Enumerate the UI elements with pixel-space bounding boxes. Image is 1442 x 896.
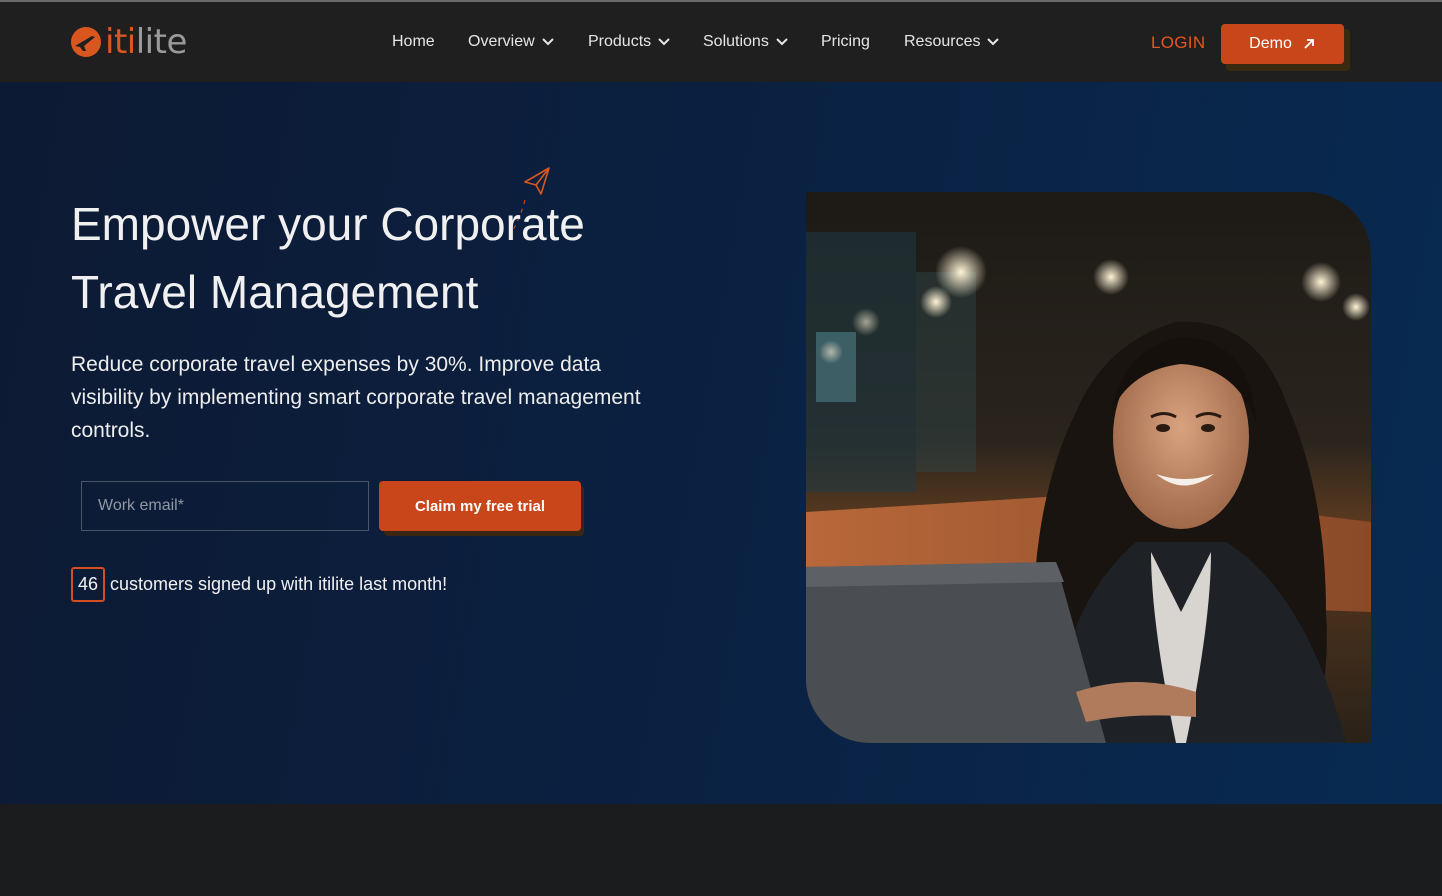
demo-button[interactable]: Demo	[1221, 24, 1344, 64]
chevron-down-icon	[776, 38, 788, 46]
nav-item-products[interactable]: Products	[588, 30, 671, 54]
nav-label: Solutions	[703, 33, 769, 50]
nav-label: Resources	[904, 33, 981, 50]
demo-button-label: Demo	[1249, 35, 1292, 52]
brand-wordmark: itilite	[105, 22, 187, 62]
work-email-input[interactable]	[81, 481, 369, 531]
login-link[interactable]: LOGIN	[1151, 33, 1205, 53]
signup-counter: 46 customers signed up with itilite last…	[71, 567, 447, 602]
claim-free-trial-button[interactable]: Claim my free trial	[379, 481, 581, 531]
nav-label: Products	[588, 33, 652, 50]
top-navbar: itilite Home Overview Products Solutions…	[0, 2, 1442, 82]
headline-line-2: Travel Management	[71, 266, 479, 318]
brand-logo[interactable]: itilite	[70, 22, 187, 62]
arrow-up-right-icon	[1304, 39, 1314, 49]
nav-item-home[interactable]: Home	[392, 30, 435, 54]
chevron-down-icon	[541, 38, 554, 46]
headline-line-1: Empower your Corporate	[71, 198, 585, 250]
customer-count-text: customers signed up with itilite last mo…	[110, 574, 448, 594]
nav-item-pricing[interactable]: Pricing	[821, 30, 870, 54]
itilite-logo-icon	[71, 27, 101, 57]
chevron-down-icon	[658, 38, 670, 46]
brand-name-part1: iti	[105, 22, 136, 62]
nav-label: Home	[392, 33, 435, 50]
chevron-down-icon	[987, 38, 1000, 46]
hero-headline: Empower your Corporate Travel Management	[71, 190, 691, 326]
nav-label: Pricing	[821, 33, 870, 50]
nav-item-overview[interactable]: Overview	[468, 30, 555, 54]
hero-subtext: Reduce corporate travel expenses by 30%.…	[71, 353, 641, 442]
hero-photo	[806, 192, 1371, 743]
nav-item-solutions[interactable]: Solutions	[703, 30, 789, 54]
nav-label: Overview	[468, 33, 535, 50]
customer-count-badge: 46	[71, 567, 105, 602]
hero-photo-illustration	[806, 192, 1371, 743]
brand-name-part2: lite	[135, 22, 188, 62]
below-fold-section	[0, 804, 1442, 896]
nav-item-resources[interactable]: Resources	[904, 30, 1000, 54]
